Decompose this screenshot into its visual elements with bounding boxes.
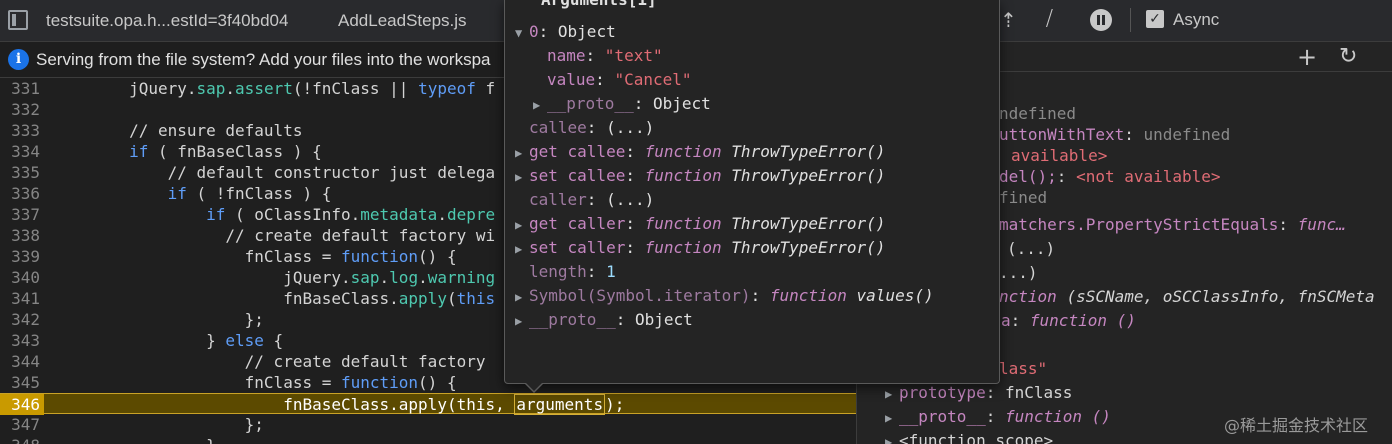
scope-row[interactable]: (...) <box>1007 238 1055 259</box>
tree-row[interactable]: ▶ set callee: function ThrowTypeError() <box>515 164 885 189</box>
line-number[interactable]: 342 <box>0 309 40 330</box>
refresh-icon[interactable]: ↻ <box>1339 44 1357 69</box>
code-text: }; <box>52 415 264 434</box>
code-text: // create default factory wi <box>52 226 496 245</box>
tab-addleadsteps[interactable]: AddLeadSteps.js <box>338 11 467 31</box>
scope-row[interactable]: ...) <box>999 262 1038 283</box>
scope-row[interactable]: ▶ prototype: fnClass <box>885 382 1072 405</box>
line-number[interactable]: 338 <box>0 225 40 246</box>
line-number[interactable]: 335 <box>0 162 40 183</box>
expand-triangle-icon: ▶ <box>515 242 523 256</box>
scope-row[interactable]: a: function () <box>1001 310 1136 331</box>
tree-row[interactable]: ▶ __proto__: Object <box>515 308 693 333</box>
scope-row[interactable]: lass" <box>999 358 1047 379</box>
expand-triangle-icon: ▶ <box>885 435 893 444</box>
expand-triangle-icon: ▶ <box>515 218 523 232</box>
code-text: if ( fnBaseClass ) { <box>129 142 322 161</box>
code-text: jQuery.sap.log.warning <box>52 268 496 287</box>
tree-row[interactable]: ▶ set caller: function ThrowTypeError() <box>515 236 885 261</box>
hovered-token[interactable]: arguments <box>514 394 606 415</box>
popover-pointer <box>524 382 544 393</box>
tree-row[interactable]: value: "Cancel" <box>547 68 692 92</box>
tree-row[interactable]: caller: (...) <box>529 188 654 212</box>
infobar-message: Serving from the file system? Add your f… <box>36 50 491 69</box>
pause-on-exceptions-icon[interactable] <box>1090 9 1112 31</box>
expand-triangle-icon: ▶ <box>515 146 523 160</box>
code-text: if ( oClassInfo.metadata.depre <box>206 205 496 224</box>
tree-row[interactable]: ▶ get caller: function ThrowTypeError() <box>515 212 885 237</box>
scope-row[interactable]: matchers.PropertyStrictEquals: func… <box>999 214 1346 235</box>
tree-row[interactable]: ▼ 0: Object <box>515 20 616 45</box>
expand-triangle-icon: ▶ <box>885 387 893 401</box>
toolbar-divider <box>1130 8 1131 32</box>
async-label: Async <box>1173 10 1220 29</box>
code-text: fnBaseClass.apply(this <box>52 289 496 308</box>
toggle-navigator-icon[interactable] <box>8 10 28 30</box>
line-number[interactable]: 344 <box>0 351 40 372</box>
line-number[interactable]: 347 <box>0 414 40 435</box>
line-number[interactable]: 341 <box>0 288 40 309</box>
line-number[interactable]: 343 <box>0 330 40 351</box>
expand-triangle-icon: ▶ <box>533 98 541 112</box>
code-text: }; <box>52 310 264 329</box>
code-line: 348 } <box>0 435 856 444</box>
scope-row[interactable]: available> <box>1011 145 1107 166</box>
deactivate-breakpoints-icon[interactable]: ⧸ <box>1046 8 1053 31</box>
tree-row[interactable]: length: 1 <box>529 260 616 284</box>
code-text: // create default factory <box>52 352 486 371</box>
line-number[interactable]: 339 <box>0 246 40 267</box>
popover-title: Arguments[1] <box>541 0 657 9</box>
code-text: jQuery.sap.assert(!fnClass || typeof f <box>52 79 496 98</box>
tree-row[interactable]: ▶ __proto__: Object <box>533 92 711 117</box>
tree-row[interactable]: ▶ Symbol(Symbol.iterator): function value… <box>515 284 934 309</box>
line-number[interactable]: 334 <box>0 141 40 162</box>
line-number[interactable]: 340 <box>0 267 40 288</box>
arguments-inspector-popover: Arguments[1] ▼0: Object name: "text" val… <box>504 0 1000 384</box>
tab-testsuite[interactable]: testsuite.opa.h...estId=3f40bd04 <box>46 11 288 31</box>
code-text: } <box>52 435 216 444</box>
code-line: 347 }; <box>0 414 856 435</box>
scope-row[interactable]: nction (sSCName, oSCClassInfo, fnSCMeta <box>999 286 1375 307</box>
async-checkbox[interactable]: ✓ <box>1146 10 1164 28</box>
code-text: } else { <box>52 331 284 350</box>
tree-row[interactable]: name: "text" <box>547 44 663 68</box>
code-text: fnBaseClass.apply(this, arguments); <box>52 394 625 415</box>
line-number[interactable]: 332 <box>0 99 40 120</box>
scope-row[interactable]: fined <box>999 187 1047 208</box>
tree-row[interactable]: ▶ get callee: function ThrowTypeError() <box>515 140 885 165</box>
line-number[interactable]: 336 <box>0 183 40 204</box>
code-text: fnClass = function() { <box>52 247 457 266</box>
expand-triangle-icon: ▶ <box>515 290 523 304</box>
current-execution-line: 346 fnBaseClass.apply(this, arguments); <box>0 393 856 415</box>
code-text: if ( !fnClass ) { <box>167 184 332 203</box>
add-icon[interactable]: + <box>1297 43 1317 71</box>
info-icon: i <box>8 49 29 70</box>
expand-triangle-icon: ▶ <box>515 170 523 184</box>
expand-triangle-icon: ▶ <box>515 314 523 328</box>
code-text: // default constructor just delega <box>52 163 496 182</box>
line-number[interactable]: 348 <box>0 435 40 444</box>
scope-row[interactable]: ▶ __proto__: function () <box>885 406 1111 429</box>
scope-row[interactable]: ▶ <function scope> <box>885 430 1053 444</box>
line-number[interactable]: 345 <box>0 372 40 393</box>
code-text: fnClass = function() { <box>52 373 457 392</box>
line-number[interactable]: 346 <box>0 394 44 415</box>
scope-row[interactable]: del();: <not available> <box>999 166 1221 187</box>
scope-row[interactable]: uttonWithText: undefined <box>999 124 1230 145</box>
line-number[interactable]: 331 <box>0 78 40 99</box>
expand-triangle-icon: ▶ <box>885 411 893 425</box>
code-text: // ensure defaults <box>52 121 303 140</box>
watermark: @稀土掘金技术社区 <box>1224 416 1369 435</box>
step-out-icon[interactable]: ⇡ <box>1000 8 1017 33</box>
line-number[interactable]: 333 <box>0 120 40 141</box>
collapse-triangle-icon: ▼ <box>515 26 523 40</box>
tree-row[interactable]: callee: (...) <box>529 116 654 140</box>
scope-row[interactable]: ndefined <box>999 103 1076 124</box>
line-number[interactable]: 337 <box>0 204 40 225</box>
